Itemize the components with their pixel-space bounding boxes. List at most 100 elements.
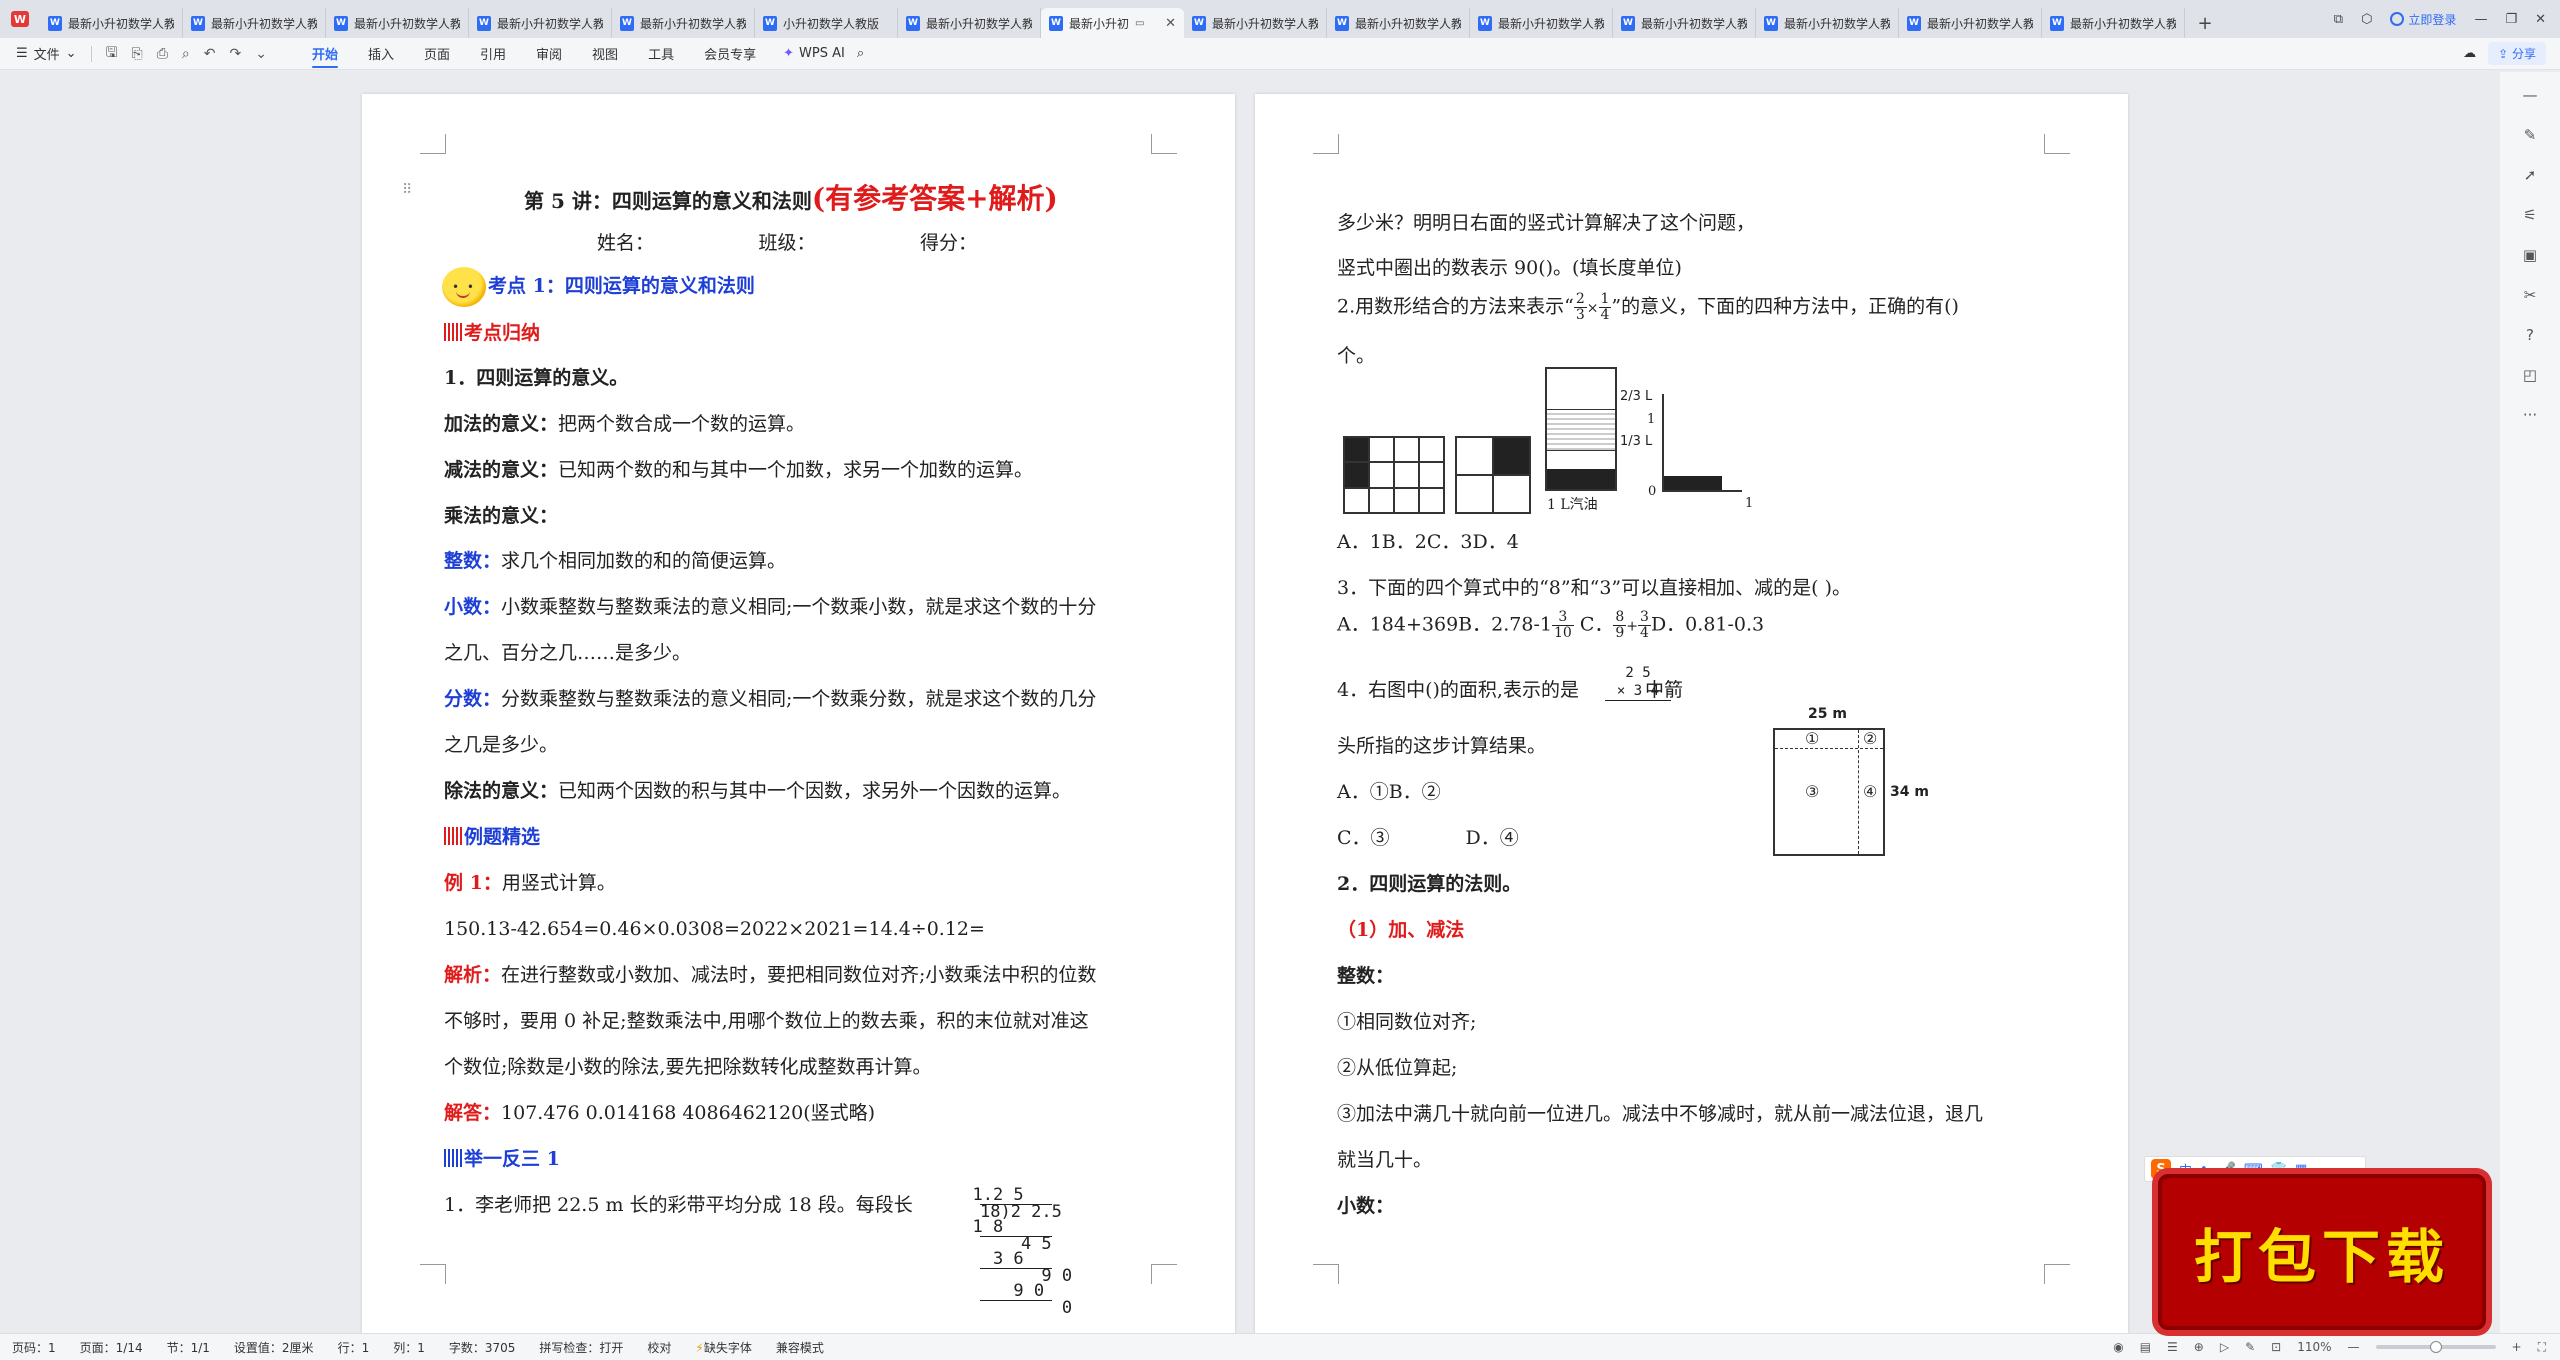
document-tab[interactable]: W 最新小升初数学人教版 — [183, 8, 326, 38]
eye-icon[interactable]: ◉ — [2113, 1340, 2123, 1354]
tab-references[interactable]: 引用 — [465, 38, 521, 70]
document-tab[interactable]: W 最新小升初数学人教版 — [1613, 8, 1756, 38]
file-menu[interactable]: ☰ 文件 ⌄ — [0, 44, 91, 63]
tab-tools[interactable]: 工具 — [633, 38, 689, 70]
search-icon[interactable]: ⌕ — [857, 46, 864, 61]
share-button[interactable]: ⇪ 分享 — [2488, 42, 2546, 65]
mult-top: 2 5 — [1625, 665, 1651, 681]
new-tab-button[interactable]: + — [2185, 8, 2225, 38]
document-tab[interactable]: W 最新小升初数学人教版 — [1184, 8, 1327, 38]
fullscreen-icon[interactable]: ⛶ — [2538, 1340, 2546, 1355]
collapse-icon[interactable]: — — [2523, 86, 2538, 104]
document-icon: W — [1049, 15, 1063, 31]
redo-icon[interactable]: ↷ — [230, 46, 242, 62]
file-menu-label: 文件 — [33, 48, 60, 63]
zoom-thumb[interactable] — [2429, 1341, 2442, 1353]
document-workspace[interactable]: ⠿ 第 5 讲：四则运算的意义和法则(有参考答案+解析) 姓名： 班级： 得分：… — [0, 71, 2480, 1333]
zoom-in-icon[interactable]: + — [2512, 1340, 2522, 1354]
document-tab[interactable]: W 最新小升初数学人教版 — [2042, 8, 2185, 38]
heading-meaning: 1．四则运算的意义。 — [444, 367, 629, 389]
kaodian-heading: 考点 1：四则运算的意义和法则 — [442, 267, 755, 307]
document-tab[interactable]: W 最新小升初数学人教版 — [40, 8, 183, 38]
tab-membership[interactable]: 会员专享 — [689, 38, 771, 70]
status-compat[interactable]: 兼容模式 — [764, 1339, 836, 1356]
pointer-icon[interactable]: ➚ — [2524, 166, 2537, 184]
status-section[interactable]: 节：1/1 — [155, 1339, 222, 1356]
status-page[interactable]: 页码：1 — [0, 1339, 68, 1356]
download-banner[interactable]: 打包下载 — [2158, 1174, 2486, 1330]
window-layout-icon[interactable]: ⧉ — [2334, 12, 2343, 27]
export-icon[interactable]: ⎘ — [132, 46, 143, 62]
help-icon[interactable]: ? — [2526, 326, 2534, 344]
close-window-icon[interactable]: ✕ — [2535, 12, 2546, 27]
drag-handle-icon[interactable]: ⠿ — [402, 182, 412, 198]
screen-icon[interactable]: ▭ — [1135, 18, 1144, 29]
tab-page[interactable]: 页面 — [409, 38, 465, 70]
wps-logo-icon[interactable]: W — [0, 0, 40, 38]
download-banner-text: 打包下载 — [2193, 1223, 2450, 1291]
document-tab[interactable]: W 最新小升初数学人教版 — [1756, 8, 1899, 38]
document-tab[interactable]: W 最新小升初数学人教版 — [612, 8, 755, 38]
zoom-slider[interactable] — [2375, 1341, 2496, 1353]
example-1-problems: 150.13-42.654=0.46×0.0308=2022×2021=14.4… — [444, 918, 985, 940]
save-icon[interactable]: 🖫 — [106, 42, 118, 66]
edit-icon[interactable]: ✎ — [2245, 1340, 2255, 1354]
document-page-2[interactable]: 多少米？明明日右面的竖式计算解决了这个问题， 竖式中圈出的数表示 90()。(填… — [1255, 94, 2128, 1333]
close-tab-icon[interactable]: ✕ — [1165, 16, 1176, 31]
document-tab[interactable]: W 最新小升初数学人教版 — [469, 8, 612, 38]
tab-insert[interactable]: 插入 — [353, 38, 409, 70]
avatar-icon — [2390, 12, 2405, 26]
cube-icon[interactable]: ⬡ — [2361, 12, 2372, 27]
status-bar: 页码：1 页面：1/14 节：1/1 设置值：2厘米 行：1 列：1 字数：37… — [0, 1333, 2560, 1360]
zoom-level[interactable]: 110% — [2297, 1340, 2331, 1354]
play-icon[interactable]: ▷ — [2220, 1340, 2229, 1354]
margin-corner — [1313, 134, 1339, 154]
document-tab[interactable]: W 最新小升初数学人教版 — [898, 8, 1041, 38]
document-icon: W — [2050, 15, 2064, 31]
status-row[interactable]: 行：1 — [326, 1339, 382, 1356]
tab-home[interactable]: 开始 — [297, 38, 353, 70]
adjust-icon[interactable]: ⚟ — [2523, 206, 2536, 224]
shirt-icon[interactable]: ◰ — [2523, 366, 2537, 384]
document-tab[interactable]: W 最新小升初数学人教版 — [1899, 8, 2042, 38]
tab-view[interactable]: 视图 — [577, 38, 633, 70]
document-tab[interactable]: W 最新小升初数学人教版 — [326, 8, 469, 38]
document-tab-active[interactable]: W 最新小升初 ▭ ✕ — [1041, 8, 1184, 38]
status-proofread[interactable]: 校对 — [635, 1339, 683, 1356]
status-pages[interactable]: 页面：1/14 — [68, 1339, 155, 1356]
document-tab[interactable]: W 最新小升初数学人教版 — [1327, 8, 1470, 38]
chevron-down-icon[interactable]: ⌄ — [255, 46, 267, 62]
status-words[interactable]: 字数：3705 — [437, 1339, 528, 1356]
picture-icon[interactable]: ▣ — [2523, 246, 2537, 264]
document-tab[interactable]: W 最新小升初数学人教版 — [1470, 8, 1613, 38]
label: 例 1： — [444, 872, 502, 894]
undo-icon[interactable]: ↶ — [204, 46, 216, 62]
status-missing-font[interactable]: ⚡缺失字体 — [683, 1339, 763, 1356]
wps-ai-button[interactable]: ✦ WPS AI — [771, 46, 857, 61]
times-sign: × — [1586, 300, 1599, 317]
tab-review[interactable]: 审阅 — [521, 38, 577, 70]
status-spellcheck[interactable]: 拼写检查：打开 — [527, 1339, 635, 1356]
denominator: 3 — [1575, 307, 1585, 323]
login-button[interactable]: 立即登录 — [2390, 11, 2456, 28]
q3-c: C． — [1579, 613, 1614, 636]
document-page-1[interactable]: ⠿ 第 5 讲：四则运算的意义和法则(有参考答案+解析) 姓名： 班级： 得分：… — [362, 94, 1235, 1333]
page-view-icon[interactable]: ▤ — [2140, 1340, 2151, 1354]
label: 小数： — [444, 596, 502, 618]
zoom-out-icon[interactable]: — — [2348, 1340, 2360, 1354]
minimize-icon[interactable]: — — [2474, 12, 2487, 27]
tools-icon[interactable]: ✂ — [2524, 286, 2537, 304]
list-view-icon[interactable]: ☰ — [2167, 1340, 2178, 1354]
cloud-sync-icon[interactable]: ☁ — [2463, 46, 2476, 61]
fit-icon[interactable]: ⊡ — [2271, 1340, 2281, 1354]
web-view-icon[interactable]: ⊕ — [2194, 1340, 2204, 1354]
document-tab[interactable]: W 小升初数学人教版 — [755, 8, 898, 38]
more-icon[interactable]: ··· — [2523, 406, 2537, 424]
print-icon[interactable]: ⎙ — [157, 46, 168, 62]
status-col[interactable]: 列：1 — [381, 1339, 437, 1356]
restore-icon[interactable]: ❐ — [2505, 12, 2517, 27]
title-red: (有参考答案+解析) — [811, 182, 1058, 215]
print-preview-icon[interactable]: ⌕ — [182, 46, 190, 62]
status-setting[interactable]: 设置值：2厘米 — [222, 1339, 326, 1356]
pen-icon[interactable]: ✎ — [2524, 126, 2537, 144]
